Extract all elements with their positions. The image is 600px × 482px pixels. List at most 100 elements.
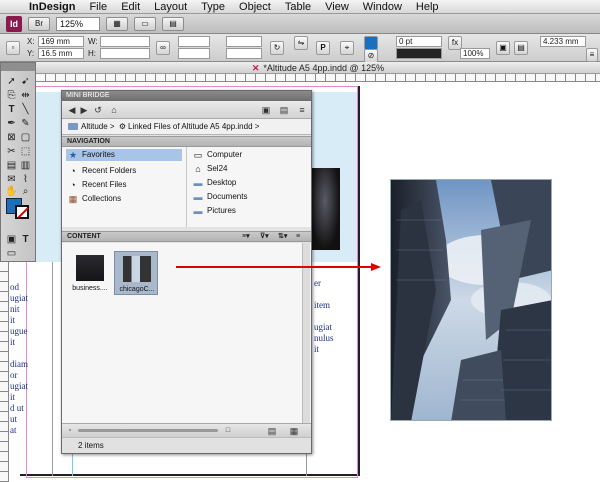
place-desktop[interactable]: ▬ Desktop	[191, 177, 307, 189]
gradient-tool-icon[interactable]: ▤	[5, 159, 18, 172]
preview-mode-icon[interactable]: ▦	[288, 425, 300, 437]
hand-tool-icon[interactable]: ✋	[5, 185, 18, 198]
breadcrumb-root[interactable]: Altitude	[81, 122, 108, 131]
place-computer[interactable]: ▭ Computer	[191, 149, 307, 161]
menu-bar: InDesign File Edit Layout Type Object Ta…	[0, 0, 600, 14]
tools-panel-header[interactable]	[1, 63, 35, 71]
height-field[interactable]	[100, 48, 150, 59]
stroke-type-selector[interactable]	[396, 48, 442, 59]
stroke-swatch[interactable]	[15, 205, 29, 219]
opacity-field[interactable]: 100%	[460, 48, 490, 59]
rectangle-frame-tool-icon[interactable]: ⊠	[5, 131, 18, 144]
rotation-field[interactable]	[226, 36, 262, 47]
menu-view[interactable]: View	[318, 0, 356, 14]
vertical-ruler[interactable]	[0, 262, 9, 482]
filter-icon[interactable]: ⊽▾	[260, 232, 269, 242]
gap-tool-icon[interactable]: ⇹	[19, 89, 32, 102]
x-position-field[interactable]: 169 mm	[38, 36, 84, 47]
fitting-icon[interactable]: ▤	[514, 41, 528, 55]
tools-icon[interactable]: ⇅▾	[278, 232, 287, 242]
y-position-field[interactable]: 16.5 mm	[38, 48, 84, 59]
bridge-button[interactable]: Br	[28, 16, 50, 31]
back-icon[interactable]: ◀	[66, 104, 78, 116]
document-tab[interactable]: ✕ *Altitude A5 4pp.indd @ 125%	[36, 62, 600, 74]
thumbnail-chicago[interactable]: chicagoC...	[114, 251, 158, 295]
width-field[interactable]	[100, 36, 150, 47]
gradient-feather-tool-icon[interactable]: ▥	[19, 159, 32, 172]
thumbnail-large-icon[interactable]: □	[222, 425, 234, 437]
home-icon[interactable]: ⌂	[108, 104, 120, 116]
menu-app[interactable]: InDesign	[22, 0, 82, 14]
menu-help[interactable]: Help	[409, 0, 446, 14]
drag-arrow	[176, 263, 381, 271]
reference-point-icon[interactable]: ▫	[6, 41, 20, 55]
breadcrumb-child[interactable]: Linked Files of Altitude A5 4pp.indd	[128, 122, 253, 131]
view-options-button[interactable]: ▦	[106, 16, 128, 31]
forward-icon[interactable]: ▶	[78, 104, 90, 116]
menu-file[interactable]: File	[82, 0, 114, 14]
type-tool-icon[interactable]: T	[5, 103, 18, 116]
thumbnail-size-slider[interactable]	[78, 429, 218, 432]
arrange-documents-button[interactable]: ▤	[162, 16, 184, 31]
path-icon[interactable]: P	[316, 41, 330, 55]
horizontal-ruler[interactable]	[36, 74, 600, 82]
scale-y-field[interactable]	[178, 48, 210, 59]
screen-mode-icon[interactable]: ▭	[5, 247, 18, 260]
screen-mode-button[interactable]: ▭	[134, 16, 156, 31]
place-pictures[interactable]: ▬ Pictures	[191, 205, 307, 217]
sidebar-item-recent-files[interactable]: ◔ Recent Files	[66, 179, 182, 191]
menu-object[interactable]: Object	[232, 0, 278, 14]
sort-icon[interactable]: ≡▾	[242, 232, 250, 242]
direct-selection-tool-icon[interactable]: ➹	[19, 75, 32, 88]
go-to-bridge-icon[interactable]: ▣	[260, 104, 272, 116]
sidebar-item-recent-folders[interactable]: ◔ Recent Folders	[66, 165, 182, 177]
shear-field[interactable]	[226, 48, 262, 59]
menu-type[interactable]: Type	[194, 0, 232, 14]
page-tool-icon[interactable]: ⎘	[5, 89, 18, 102]
menu-edit[interactable]: Edit	[114, 0, 147, 14]
recent-icon[interactable]: ↺	[92, 104, 104, 116]
right-text-column[interactable]: er item ugiat nulus it	[314, 278, 334, 355]
thumbnail-small-icon[interactable]: ▫	[64, 425, 76, 437]
view-mode-icon[interactable]: ▤	[266, 425, 278, 437]
pen-tool-icon[interactable]: ✒	[5, 117, 18, 130]
rectangle-tool-icon[interactable]: ▢	[19, 131, 32, 144]
rotate-icon[interactable]: ↻	[270, 41, 284, 55]
body-text-column[interactable]: od ugiat nit it ugue it diam or ugiat it…	[10, 282, 28, 436]
formatting-container-icon[interactable]: ▣	[5, 233, 18, 246]
menu-layout[interactable]: Layout	[147, 0, 194, 14]
place-documents[interactable]: ▬ Documents	[191, 191, 307, 203]
pencil-tool-icon[interactable]: ✎	[19, 117, 32, 130]
menu-table[interactable]: Table	[278, 0, 318, 14]
formatting-text-icon[interactable]: T	[19, 233, 32, 246]
spacing-field[interactable]: 4.233 mm	[540, 36, 586, 47]
line-tool-icon[interactable]: ╲	[19, 103, 32, 116]
selection-tool-icon[interactable]: ➚	[5, 75, 18, 88]
panel-view-icon[interactable]: ▤	[278, 104, 290, 116]
sidebar-item-collections[interactable]: ▦ Collections	[66, 193, 182, 205]
navigation-header[interactable]: NAVIGATION	[62, 136, 311, 147]
fill-color-icon[interactable]	[364, 36, 378, 50]
mini-bridge-menu-icon[interactable]: ≡	[296, 104, 308, 116]
text-line: ugue	[10, 326, 28, 336]
mini-bridge-title[interactable]: MINI BRIDGE	[62, 91, 311, 101]
scissors-tool-icon[interactable]: ✂	[5, 145, 18, 158]
close-tab-icon[interactable]: ✕	[252, 63, 260, 73]
zoom-tool-icon[interactable]: ⌕	[19, 185, 32, 198]
constrain-proportions-icon[interactable]: ∞	[156, 41, 170, 55]
scale-x-field[interactable]	[178, 36, 210, 47]
content-menu-icon[interactable]: ≡	[296, 232, 300, 242]
free-transform-tool-icon[interactable]: ⬚	[19, 145, 32, 158]
panel-menu-icon[interactable]: ≡	[586, 48, 598, 62]
thumbnail-business[interactable]: business....	[68, 251, 112, 295]
content-header[interactable]: CONTENT ≡▾ ⊽▾ ⇅▾ ≡	[62, 231, 311, 242]
wrap-icon[interactable]: ▣	[496, 41, 510, 55]
place-sel24[interactable]: ⌂ Sel24	[191, 163, 307, 175]
flip-icon[interactable]: ⇋	[294, 36, 308, 50]
stroke-weight-field[interactable]: 0 pt	[396, 36, 442, 47]
menu-window[interactable]: Window	[356, 0, 409, 14]
sidebar-item-favorites[interactable]: ★ Favorites	[66, 149, 182, 161]
select-container-icon[interactable]: ⌖	[340, 41, 354, 55]
stroke-color-icon[interactable]: ⊘	[364, 49, 378, 63]
zoom-level-field[interactable]: 125%	[56, 16, 100, 31]
